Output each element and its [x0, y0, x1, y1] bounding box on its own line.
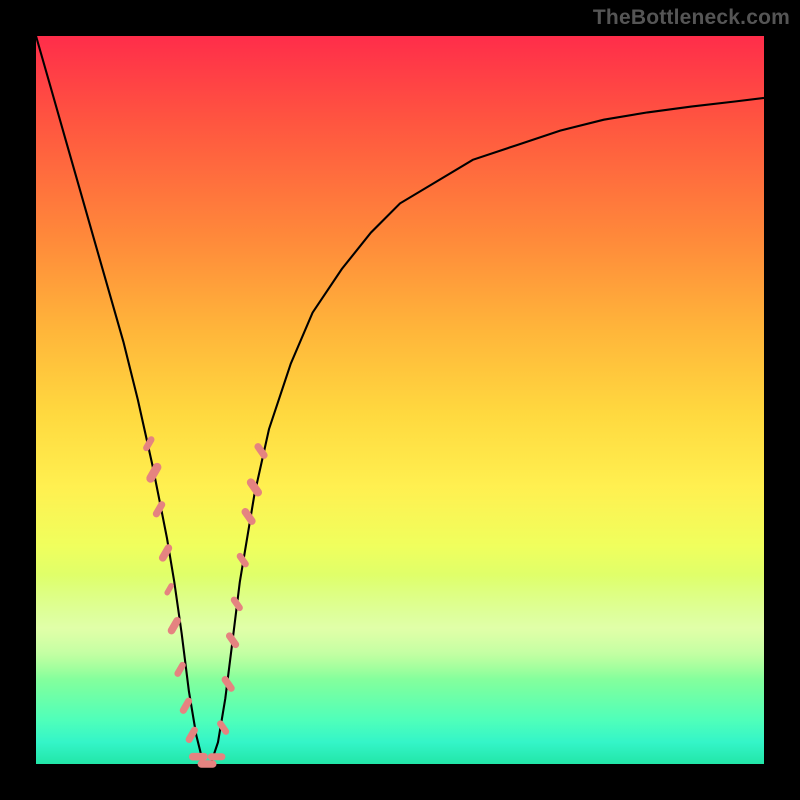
curve-marker — [173, 661, 187, 678]
chart-frame: TheBottleneck.com — [0, 0, 800, 800]
plot-area — [36, 36, 764, 764]
curve-marker — [216, 719, 231, 736]
curve-marker — [152, 500, 167, 519]
bottleneck-curve — [36, 36, 764, 764]
curve-marker — [189, 753, 208, 761]
watermark-text: TheBottleneck.com — [593, 6, 790, 30]
marker-group — [142, 435, 269, 768]
curve-layer — [36, 36, 764, 764]
curve-marker — [142, 435, 156, 452]
curve-marker — [208, 753, 226, 760]
curve-marker — [163, 582, 175, 596]
curve-marker — [145, 461, 163, 484]
curve-marker — [198, 760, 217, 768]
